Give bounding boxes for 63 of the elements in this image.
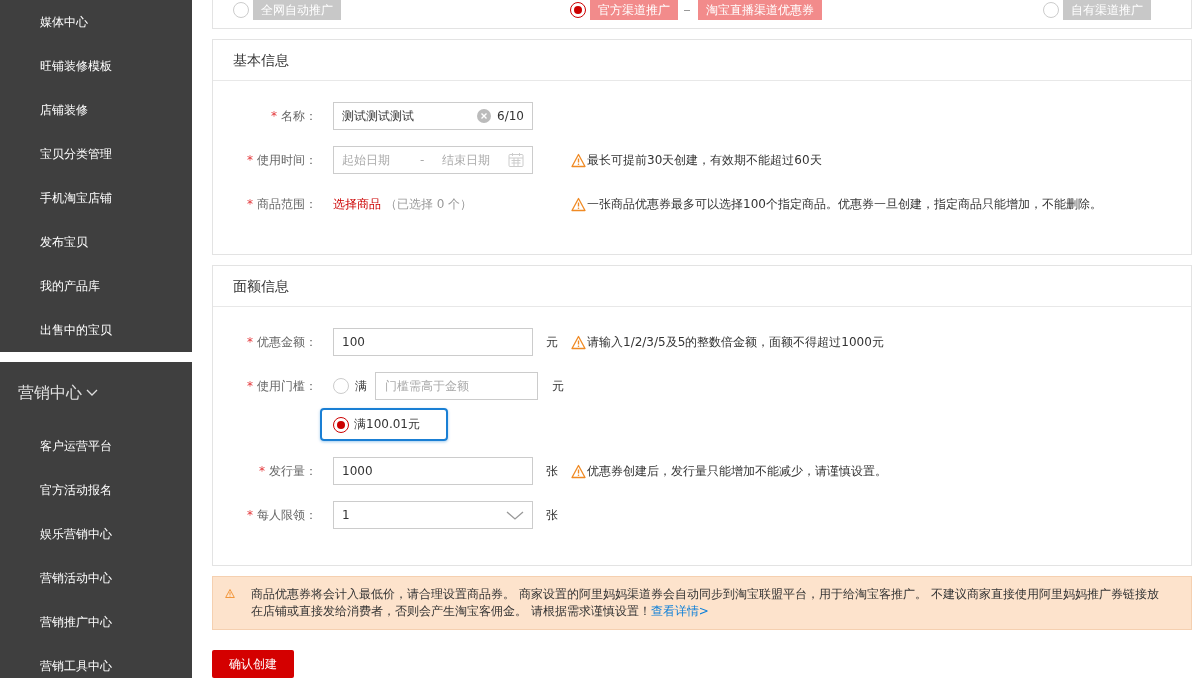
select-products-link[interactable]: 选择商品 <box>333 195 381 213</box>
option-label: 满 <box>355 377 367 395</box>
required-mark: * <box>247 335 253 349</box>
field-label: 名称： <box>281 107 317 125</box>
confirm-button[interactable]: 确认创建 <box>212 650 294 678</box>
sidebar-item[interactable]: 我的产品库 <box>0 264 192 308</box>
required-mark: * <box>259 464 265 478</box>
radio-button[interactable] <box>570 2 586 18</box>
chevron-down-icon <box>506 509 524 521</box>
warning-icon <box>571 196 586 212</box>
char-counter: 6/10 <box>497 109 524 123</box>
warning-icon <box>571 334 586 350</box>
field-label: 使用门槛： <box>257 377 317 395</box>
field-label: 发行量： <box>269 462 317 480</box>
sidebar-item[interactable]: 店铺装修 <box>0 88 192 132</box>
sidebar-item[interactable]: 宝贝分类管理 <box>0 132 192 176</box>
section-title: 基本信息 <box>213 40 1191 81</box>
hint-text: 一张商品优惠券最多可以选择100个指定商品。优惠券一旦创建，指定商品只能增加，不能删除。 <box>587 195 1102 213</box>
required-mark: * <box>247 153 253 167</box>
sidebar-item[interactable]: 营销推广中心 <box>0 600 192 644</box>
required-mark: * <box>271 109 277 123</box>
details-link[interactable]: 查看详情> <box>650 604 709 618</box>
section-title: 面额信息 <box>213 266 1191 307</box>
warning-icon <box>571 463 586 479</box>
unit-label: 张 <box>545 462 559 480</box>
sidebar-item[interactable]: 营销活动中心 <box>0 556 192 600</box>
sidebar-item[interactable]: 媒体中心 <box>0 0 192 44</box>
option-label: 满100.01元 <box>354 416 420 433</box>
required-mark: * <box>247 379 253 393</box>
sidebar-item[interactable]: 发布宝贝 <box>0 220 192 264</box>
unit-label: 元 <box>545 333 559 351</box>
calendar-icon <box>508 152 524 168</box>
sidebar-item[interactable]: 娱乐营销中心 <box>0 512 192 556</box>
sidebar-item[interactable]: 出售中的宝贝 <box>0 308 192 352</box>
sidebar-item[interactable]: 旺铺装修模板 <box>0 44 192 88</box>
channel-tag: 淘宝直播渠道优惠券 <box>698 0 822 20</box>
field-label: 优惠金额： <box>257 333 317 351</box>
sidebar-item[interactable]: 客户运营平台 <box>0 424 192 468</box>
unit-label: 张 <box>545 506 559 524</box>
hint-text: 优惠券创建后，发行量只能增加不能减少，请谨慎设置。 <box>587 462 887 480</box>
channel-tag: 官方渠道推广 <box>590 0 678 20</box>
field-label: 使用时间： <box>257 151 317 169</box>
input-field[interactable]: 测试测试测试 6/10 <box>333 102 533 130</box>
select-field[interactable]: 1 <box>333 501 533 529</box>
unit-label: 元 <box>552 377 564 395</box>
clear-icon <box>477 109 492 123</box>
sidebar-item[interactable]: 手机淘宝店铺 <box>0 176 192 220</box>
input-field[interactable]: 100 <box>333 328 533 356</box>
sidebar-item[interactable]: 官方活动报名 <box>0 468 192 512</box>
warning-icon <box>225 586 235 601</box>
field-label: 每人限领： <box>257 506 317 524</box>
notice-text: 商品优惠券将会计入最低价，请合理设置商品券。 商家设置的阿里妈妈渠道券会自动同步到淘宝联盟平台，用于给淘宝客推广。 不建议商家直接使用阿里妈妈推广券链接放在店铺或直接发给消费者，否则会产生淘宝客佣金。 请根据需求谨慎设置！查看详情> <box>251 586 1160 620</box>
hint-text: 请输入1/2/3/5及5的整数倍金额，面额不得超过1000元 <box>587 333 884 351</box>
sidebar-item[interactable]: 营销工具中心 <box>0 644 192 678</box>
warning-icon <box>571 152 586 168</box>
required-mark: * <box>247 197 253 211</box>
radio-button[interactable] <box>333 416 349 433</box>
field-label: 商品范围： <box>257 195 317 213</box>
hint-text: 最长可提前30天创建，有效期不能超过60天 <box>587 151 822 169</box>
selection-count: （已选择 0 个） <box>385 195 473 213</box>
section-title[interactable]: 营销中心 <box>18 382 82 404</box>
required-mark: * <box>247 508 253 522</box>
input-field[interactable]: 1000 <box>333 457 533 485</box>
